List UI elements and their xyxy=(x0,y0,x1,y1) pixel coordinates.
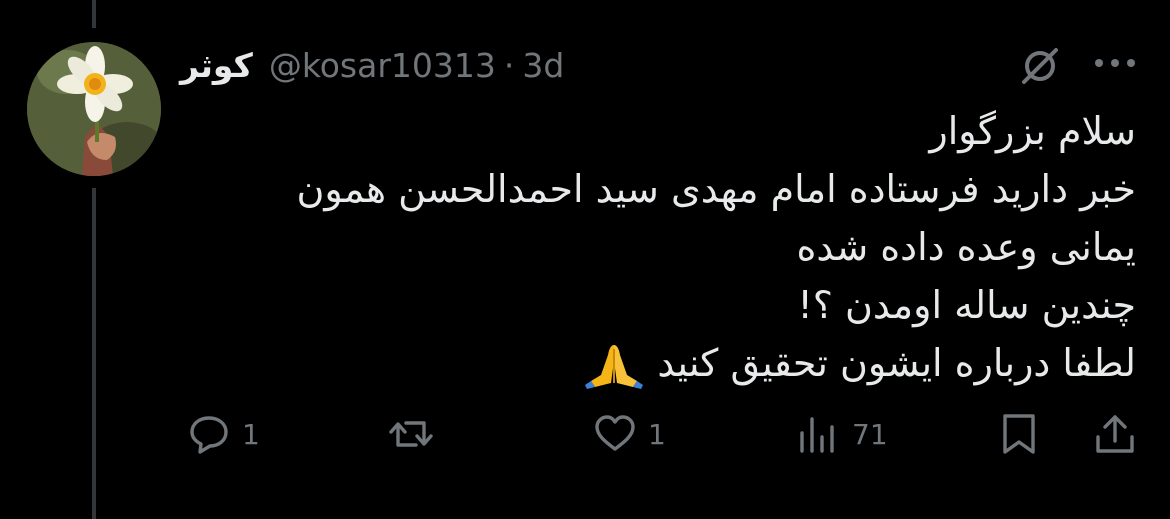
like-count: 1 xyxy=(648,417,666,451)
reply-button[interactable]: 1 xyxy=(186,404,260,464)
tweet-line-4: چندین ساله اومدن ؟! xyxy=(797,283,1136,327)
tweet-line-1: سلام بزرگوار xyxy=(929,109,1136,153)
retweet-icon xyxy=(389,421,433,447)
tweet-line-5: لطفا درباره ایشون تحقیق کنید xyxy=(136,334,1136,392)
share-icon xyxy=(1096,415,1134,453)
reply-count: 1 xyxy=(242,417,260,451)
retweet-button[interactable] xyxy=(388,404,444,464)
timestamp[interactable]: 3d xyxy=(522,46,564,85)
tweet-line-3: یمانی وعده داده شده xyxy=(796,225,1137,269)
like-icon xyxy=(595,415,635,451)
separator-dot: · xyxy=(503,45,515,85)
bookmark-button[interactable] xyxy=(996,404,1042,464)
thread-line-bottom xyxy=(92,188,96,519)
grok-icon[interactable] xyxy=(1018,44,1062,88)
tweet-text: سلام بزرگوار خبر دارید فرستاده امام مهدی… xyxy=(136,102,1136,392)
views-icon xyxy=(800,417,834,453)
reply-icon xyxy=(190,416,228,454)
bookmark-icon xyxy=(1003,414,1035,454)
views-button[interactable]: 71 xyxy=(796,404,888,464)
tweet-actions: 1 1 71 xyxy=(0,404,1170,464)
user-handle[interactable]: @kosar10313 xyxy=(269,46,496,85)
like-button[interactable]: 1 xyxy=(592,404,666,464)
thread-line-top xyxy=(92,0,96,28)
share-button[interactable] xyxy=(1092,404,1138,464)
view-count: 71 xyxy=(852,417,888,451)
pray-emoji xyxy=(585,344,644,389)
display-name[interactable]: کوثر xyxy=(180,46,253,85)
tweet-line-2: خبر دارید فرستاده امام مهدی سید احمدالحس… xyxy=(296,167,1136,211)
more-icon[interactable] xyxy=(1092,56,1138,70)
tweet-header: کوثر @kosar10313 · 3d xyxy=(180,40,564,90)
tweet-line-5-text: لطفا درباره ایشون تحقیق کنید xyxy=(657,341,1136,385)
